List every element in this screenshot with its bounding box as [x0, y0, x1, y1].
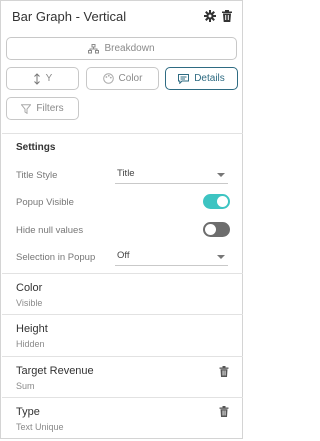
title-style-value: Title — [117, 168, 135, 179]
chevron-down-icon — [217, 173, 225, 177]
section-target-revenue-title[interactable]: Target Revenue — [16, 365, 94, 377]
palette-icon — [102, 73, 114, 84]
chevron-down-icon — [217, 255, 225, 259]
popup-visible-toggle[interactable] — [203, 194, 230, 209]
hide-null-values-toggle[interactable] — [203, 222, 230, 237]
divider — [2, 133, 243, 134]
hide-null-values-label: Hide null values — [16, 225, 84, 236]
breakdown-button[interactable]: Breakdown — [6, 37, 237, 60]
section-target-revenue-aggregation: Sum — [16, 381, 35, 391]
section-type-aggregation: Text Unique — [16, 422, 64, 432]
divider — [2, 314, 243, 315]
title-style-select[interactable]: Title — [115, 167, 228, 184]
trash-icon[interactable] — [219, 406, 229, 417]
selection-in-popup-label: Selection in Popup — [16, 252, 96, 263]
details-button[interactable]: Details — [165, 67, 238, 90]
section-height-title[interactable]: Height — [16, 323, 48, 335]
divider — [2, 356, 243, 357]
hierarchy-icon — [88, 43, 100, 53]
details-label: Details — [194, 73, 225, 84]
breakdown-label: Breakdown — [104, 43, 155, 54]
panel-header: Bar Graph - Vertical — [12, 7, 234, 27]
toggle-knob — [205, 224, 216, 235]
filters-button[interactable]: Filters — [6, 97, 79, 120]
comment-icon — [178, 73, 190, 84]
section-color-status: Visible — [16, 298, 43, 308]
color-button[interactable]: Color — [86, 67, 159, 90]
y-label: Y — [45, 73, 53, 84]
filters-label: Filters — [36, 103, 64, 114]
bar-graph-settings-panel: Bar Graph - Vertical Breakdown Y Color D… — [0, 0, 243, 439]
toggle-knob — [217, 196, 228, 207]
section-color-title[interactable]: Color — [16, 282, 42, 294]
panel-title: Bar Graph - Vertical — [12, 9, 127, 24]
selection-in-popup-value: Off — [117, 250, 130, 261]
divider — [2, 273, 243, 274]
trash-icon[interactable] — [221, 10, 233, 22]
color-label: Color — [118, 73, 143, 84]
gear-icon[interactable] — [204, 10, 216, 22]
vertical-arrows-icon — [33, 72, 40, 85]
title-style-label: Title Style — [16, 170, 58, 181]
selection-in-popup-select[interactable]: Off — [115, 249, 228, 266]
filter-icon — [21, 103, 32, 114]
y-button[interactable]: Y — [6, 67, 79, 90]
divider — [2, 397, 243, 398]
section-height-status: Hidden — [16, 339, 45, 349]
settings-heading: Settings — [16, 142, 56, 153]
trash-icon[interactable] — [219, 366, 229, 377]
popup-visible-label: Popup Visible — [16, 197, 74, 208]
section-type-title[interactable]: Type — [16, 406, 40, 418]
